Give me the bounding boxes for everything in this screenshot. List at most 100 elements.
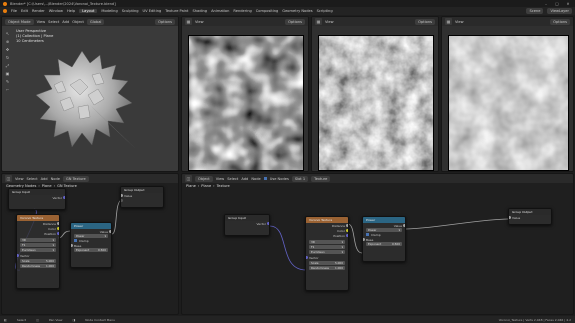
image-editor-3[interactable]: ▦ View Options	[441, 16, 574, 172]
menu-render[interactable]: Render	[32, 9, 45, 13]
scale-field[interactable]: Scale 5.000	[309, 261, 345, 265]
workspace-tab-shading[interactable]: Shading	[192, 9, 207, 13]
vector-socket-icon[interactable]	[57, 232, 59, 235]
checkbox-icon[interactable]	[366, 233, 369, 236]
menu-file[interactable]: File	[11, 9, 17, 13]
distance-metric-dropdown[interactable]: Euclidean ▾	[20, 248, 56, 252]
group-input-node[interactable]: Group Input Vector	[8, 188, 66, 210]
float-socket-icon[interactable]	[363, 238, 365, 241]
float-socket-icon[interactable]	[346, 224, 348, 227]
workspace-tab-uv-editing[interactable]: UV Editing	[143, 9, 162, 13]
mouse-right-icon: ◨	[72, 317, 76, 322]
workspace-tab-sculpting[interactable]: Sculpting	[122, 9, 139, 13]
editor-type-icon[interactable]: ▦	[445, 18, 452, 25]
group-input-node[interactable]: Group Input Vector	[224, 214, 270, 236]
scale-tool-icon[interactable]: ⤢	[4, 62, 11, 69]
image-editor-2-options[interactable]: Options	[415, 18, 435, 25]
view-layer-selector[interactable]: ViewLayer	[547, 8, 572, 14]
workspace-tab-texture-paint[interactable]: Texture Paint	[165, 9, 188, 13]
viewport-menu-select[interactable]: Select	[48, 20, 59, 24]
cursor-tool-icon[interactable]: ⊕	[4, 38, 11, 45]
vector-socket-icon[interactable]	[346, 234, 348, 237]
vector-socket-icon[interactable]	[267, 222, 269, 225]
viewport-mesh-object[interactable]	[30, 45, 140, 155]
field-label: Randomness	[22, 264, 40, 268]
workspace-tab-scripting[interactable]: Scripting	[317, 9, 333, 13]
randomness-field[interactable]: Randomness 1.000	[20, 264, 56, 268]
image-editor-1-options[interactable]: Options	[285, 18, 305, 25]
workspace-tab-compositing[interactable]: Compositing	[256, 9, 279, 13]
image-editor-2[interactable]: ▦ View Options	[311, 16, 439, 172]
float-socket-icon[interactable]	[121, 194, 123, 197]
image-editor-2-menu-view[interactable]: View	[325, 20, 334, 24]
color-socket-icon[interactable]	[346, 229, 348, 232]
exponent-field[interactable]: Exponent 0.500	[366, 242, 402, 246]
chevron-down-icon: ▾	[52, 243, 54, 247]
power-math-node[interactable]: Power Value Power ▾ Clamp Base Exponent 0.…	[70, 222, 112, 268]
viewport-menu-object[interactable]: Object	[72, 20, 84, 24]
geometry-node-editor[interactable]: ◫ View Select Add Node GN Texture Geomet…	[1, 173, 179, 315]
dimensions-dropdown[interactable]: 3D ▾	[309, 240, 345, 244]
checkbox-icon[interactable]	[74, 239, 77, 242]
select-tool-icon[interactable]: ↖	[4, 30, 11, 37]
move-tool-icon[interactable]: ✥	[4, 46, 11, 53]
menu-window[interactable]: Window	[49, 9, 63, 13]
image-editor-3-menu-view[interactable]: View	[455, 20, 464, 24]
feature-dropdown[interactable]: F1 ▾	[309, 245, 345, 249]
close-icon[interactable]: ✕	[564, 2, 572, 6]
feature-dropdown[interactable]: F1 ▾	[20, 243, 56, 247]
float-socket-icon[interactable]	[71, 244, 73, 247]
image-editor-1[interactable]: ▦ View Options	[181, 16, 309, 172]
maximize-icon[interactable]: □	[553, 2, 561, 6]
randomness-field[interactable]: Randomness 1.000	[309, 266, 345, 270]
editor-type-icon[interactable]: ▦	[185, 18, 192, 25]
float-socket-icon[interactable]	[57, 222, 59, 225]
input-vector: Vector	[306, 255, 348, 260]
viewport-menu-view[interactable]: View	[37, 20, 46, 24]
editor-type-icon[interactable]: ▦	[315, 18, 322, 25]
vector-socket-icon[interactable]	[306, 256, 308, 259]
rotate-tool-icon[interactable]: ↻	[4, 54, 11, 61]
measure-tool-icon[interactable]: ⌐	[4, 86, 11, 93]
power-math-node[interactable]: Power Value Power ▾ Clamp Base Exponent 0.…	[362, 216, 406, 262]
empty-socket-icon[interactable]	[121, 199, 123, 202]
object-mode-dropdown[interactable]: Object Mode	[5, 18, 34, 25]
transform-tool-icon[interactable]: ▣	[4, 70, 11, 77]
workspace-tab-layout[interactable]: Layout	[79, 9, 98, 13]
scene-selector[interactable]: Scene	[526, 8, 544, 14]
group-output-node[interactable]: Group Output Value	[508, 208, 552, 225]
workspace-tab-geometry-nodes[interactable]: Geometry Nodes	[282, 9, 312, 13]
float-socket-icon[interactable]	[509, 216, 511, 219]
viewport-menu-add[interactable]: Add	[62, 20, 69, 24]
vector-socket-icon[interactable]	[63, 196, 65, 199]
transform-orientation-dropdown[interactable]: Global	[86, 18, 105, 25]
workspace-tab-modeling[interactable]: Modeling	[101, 9, 117, 13]
vector-socket-icon[interactable]	[17, 254, 19, 257]
node-title: Power	[74, 224, 84, 228]
minimize-icon[interactable]: –	[542, 2, 550, 6]
view-layer-name: ViewLayer	[550, 9, 569, 13]
float-socket-icon[interactable]	[403, 224, 405, 227]
shader-node-editor[interactable]: ◫ Object View Select Add Node Use Nodes …	[181, 173, 574, 315]
group-output-node[interactable]: Group Output Value	[120, 186, 164, 208]
exponent-field[interactable]: Exponent 0.500	[74, 248, 108, 252]
blender-menu-icon[interactable]	[3, 9, 7, 13]
image-editor-3-options[interactable]: Options	[550, 18, 570, 25]
viewport-options-button[interactable]: Options	[155, 18, 175, 25]
input-base: Base	[363, 237, 405, 242]
annotate-tool-icon[interactable]: ✎	[4, 78, 11, 85]
voronoi-texture-node[interactable]: Voronoi Texture Distance Color Position …	[16, 214, 60, 289]
field-label: Randomness	[311, 266, 329, 270]
menu-help[interactable]: Help	[67, 9, 75, 13]
voronoi-texture-node[interactable]: Voronoi Texture Distance Color Position …	[305, 216, 349, 291]
3d-viewport[interactable]: Object Mode View Select Add Object Globa…	[1, 16, 179, 172]
distance-metric-dropdown[interactable]: Euclidean ▾	[309, 250, 345, 254]
image-editor-1-menu-view[interactable]: View	[195, 20, 204, 24]
float-socket-icon[interactable]	[109, 230, 111, 233]
workspace-tab-animation[interactable]: Animation	[211, 9, 229, 13]
dimensions-dropdown[interactable]: 3D ▾	[20, 238, 56, 242]
workspace-tab-rendering[interactable]: Rendering	[233, 9, 251, 13]
color-socket-icon[interactable]	[57, 227, 59, 230]
scale-field[interactable]: Scale 5.000	[20, 259, 56, 263]
menu-edit[interactable]: Edit	[21, 9, 28, 13]
